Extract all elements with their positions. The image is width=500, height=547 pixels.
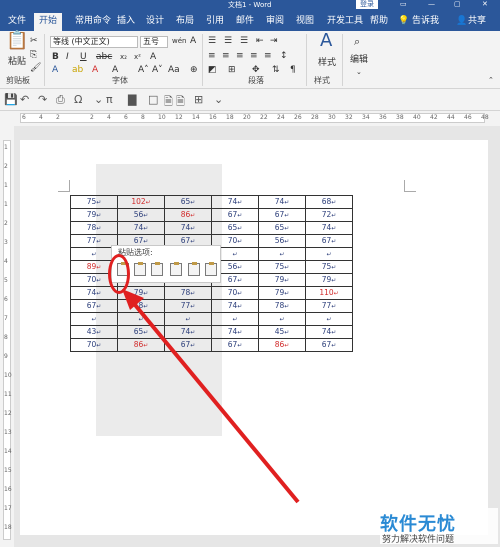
watermark: 软件无忧 努力解决软件问题 bbox=[380, 508, 498, 545]
watermark-slogan: 努力解决软件问题 bbox=[382, 535, 455, 545]
arrow-head bbox=[122, 289, 144, 310]
annotation-arrow bbox=[122, 289, 300, 504]
arrow-shaft bbox=[129, 298, 300, 504]
